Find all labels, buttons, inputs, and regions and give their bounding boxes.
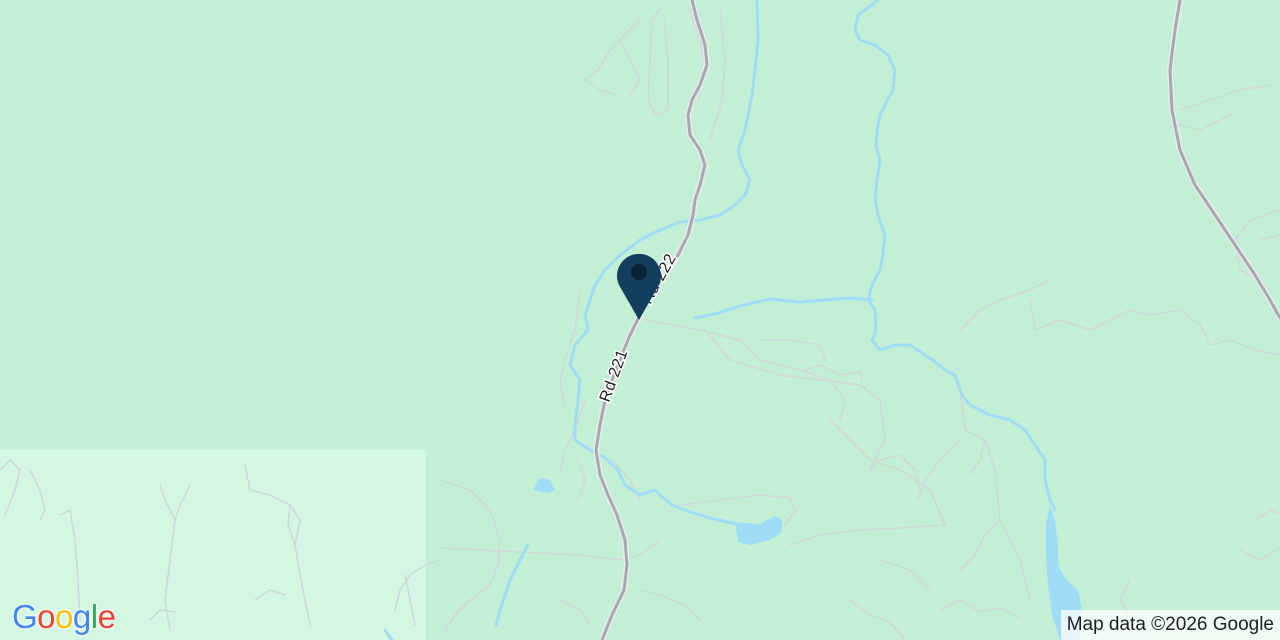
logo-letter: e (97, 598, 116, 635)
google-logo[interactable]: Google (12, 598, 116, 635)
map-attribution[interactable]: Map data ©2026 Google (1060, 610, 1280, 640)
logo-letter: l (90, 598, 98, 635)
logo-letter: G (12, 598, 38, 635)
logo-letter: g (72, 598, 91, 635)
map-canvas[interactable]: Rd 222 Rd 221 (0, 0, 1280, 640)
logo-letter: o (55, 598, 73, 635)
logo-letter: o (37, 598, 56, 635)
